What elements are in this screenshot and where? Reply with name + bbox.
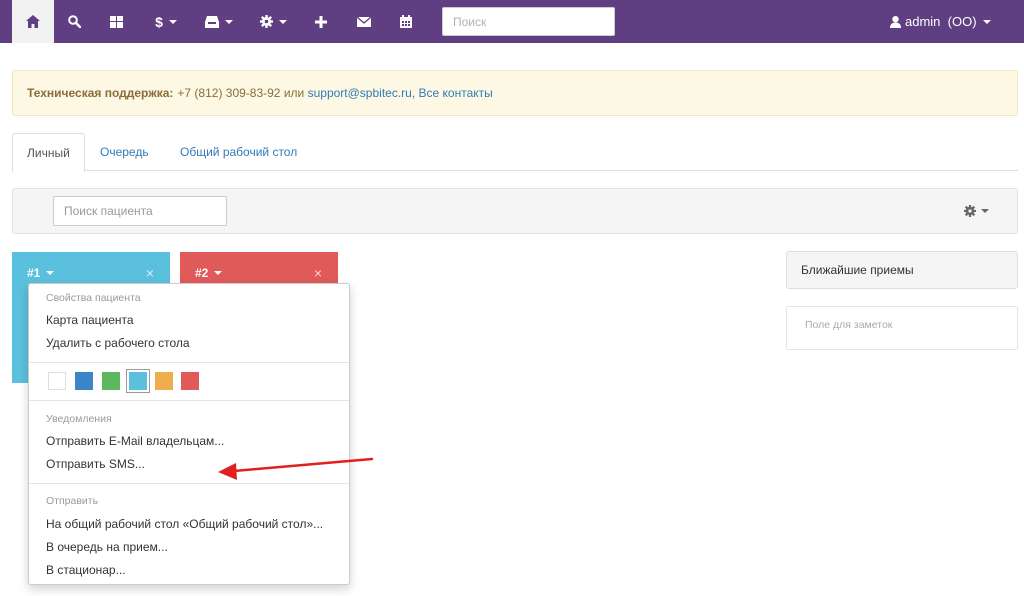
notes-field[interactable] (786, 306, 1018, 350)
home-button[interactable] (12, 0, 54, 43)
gear-icon (259, 15, 273, 28)
card-title-dropdown[interactable]: #2 (195, 266, 223, 280)
color-swatch-orange[interactable] (155, 372, 173, 390)
user-org: (ОО) (947, 14, 977, 29)
patient-toolbar (12, 188, 1018, 234)
color-swatch-red[interactable] (181, 372, 199, 390)
top-navbar: $ admin (ОО) (0, 0, 1024, 43)
search-button[interactable] (60, 0, 88, 43)
close-icon[interactable]: × (146, 266, 154, 280)
mail-button[interactable] (350, 0, 378, 43)
color-swatch-green[interactable] (102, 372, 120, 390)
support-or: или (283, 86, 305, 100)
calendar-icon (400, 15, 412, 28)
dollar-icon: $ (155, 13, 163, 30)
menu-divider (29, 483, 349, 484)
chevron-down-icon (981, 209, 989, 213)
search-icon (67, 15, 81, 28)
gear-icon (964, 205, 976, 217)
card-title-dropdown[interactable]: #1 (27, 266, 55, 280)
card-number: #1 (27, 266, 41, 280)
support-alert: Техническая поддержка: +7 (812) 309-83-9… (12, 70, 1018, 116)
user-name: admin (905, 14, 941, 29)
support-phone: +7 (812) 309-83-92 (177, 86, 281, 100)
color-swatch-white[interactable] (48, 372, 66, 390)
tab-queue[interactable]: Очередь (86, 133, 163, 171)
all-contacts-link[interactable]: Все контакты (419, 86, 493, 100)
grid-icon (109, 15, 123, 28)
desk-settings-button[interactable] (964, 205, 989, 217)
patient-search-input[interactable] (53, 196, 227, 226)
desk-tabs: Личный Очередь Общий рабочий стол (12, 133, 1018, 172)
color-swatch-cyan[interactable] (126, 369, 150, 393)
chevron-down-icon (982, 19, 991, 24)
finance-menu[interactable]: $ (148, 0, 184, 43)
settings-menu[interactable] (254, 0, 292, 43)
menu-item-send-email[interactable]: Отправить E-Mail владельцам... (46, 434, 224, 448)
menu-divider (29, 400, 349, 401)
menu-item-patient-card[interactable]: Карта пациента (46, 313, 134, 327)
dashboard-button[interactable] (102, 0, 130, 43)
card-number: #2 (195, 266, 209, 280)
section-header-properties: Свойства пациента (46, 292, 141, 304)
color-swatch-blue[interactable] (75, 372, 93, 390)
menu-item-to-queue[interactable]: В очередь на прием... (46, 540, 168, 554)
tab-personal[interactable]: Личный (12, 133, 85, 172)
section-header-send: Отправить (46, 495, 99, 507)
menu-item-to-hospital[interactable]: В стационар... (46, 563, 126, 577)
support-email-link[interactable]: support@spbitec.ru, (308, 86, 416, 100)
chevron-down-icon (214, 271, 223, 275)
inbox-icon (205, 15, 219, 28)
global-search-input[interactable] (442, 7, 615, 36)
menu-item-remove-from-desk[interactable]: Удалить с рабочего стола (46, 336, 190, 350)
menu-item-to-common-desk[interactable]: На общий рабочий стол «Общий рабочий сто… (46, 517, 323, 531)
envelope-icon (357, 16, 371, 27)
menu-item-send-sms[interactable]: Отправить SMS... (46, 457, 145, 471)
chevron-down-icon (168, 19, 177, 24)
appointments-title: Ближайшие приемы (801, 263, 914, 277)
chevron-down-icon (225, 19, 233, 24)
chevron-down-icon (46, 271, 55, 275)
patient-context-menu: Свойства пациента Карта пациента Удалить… (28, 283, 350, 585)
patient-card-2[interactable]: #2 × (180, 252, 338, 284)
close-icon[interactable]: × (314, 266, 322, 280)
support-label: Техническая поддержка: (27, 86, 174, 100)
upcoming-appointments-panel[interactable]: Ближайшие приемы (786, 251, 1018, 289)
user-icon (890, 15, 901, 28)
calendar-button[interactable] (392, 0, 420, 43)
tab-common-desk[interactable]: Общий рабочий стол (166, 133, 311, 171)
user-menu[interactable]: admin (ОО) (890, 0, 991, 43)
section-header-notifications: Уведомления (46, 413, 112, 425)
inbox-menu[interactable] (200, 0, 238, 43)
home-icon (26, 15, 40, 28)
add-button[interactable] (308, 0, 334, 43)
menu-divider (29, 362, 349, 363)
plus-icon (315, 15, 327, 28)
chevron-down-icon (278, 19, 287, 24)
